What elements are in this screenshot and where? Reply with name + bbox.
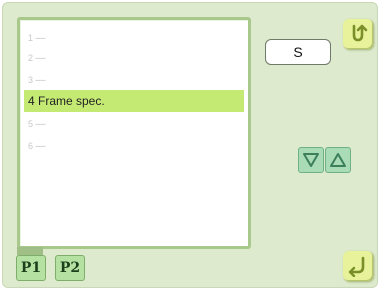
page-1-button[interactable]: P1 [16, 255, 46, 281]
list-item-number: 3 [28, 75, 34, 85]
list-item-label: ----- [35, 75, 46, 85]
page-2-button[interactable]: P2 [55, 255, 85, 281]
enter-button[interactable] [343, 251, 373, 281]
list-item[interactable]: 2 ----- [24, 46, 244, 68]
list-item-label: ----- [35, 119, 46, 129]
list-item-label: ----- [35, 53, 46, 63]
list-item-number: 5 [28, 119, 34, 129]
list-item-label: 4 Frame spec. [28, 94, 105, 108]
list-item-label: ----- [35, 33, 46, 43]
list-item-number: 2 [28, 53, 34, 63]
list-item[interactable]: 1 ----- [24, 26, 244, 48]
frame-list: 1 ----- 2 ----- 3 ----- 4 Frame spec. 5 ----… [17, 17, 251, 249]
active-page-indicator [17, 247, 43, 255]
u-turn-return-icon [352, 24, 368, 42]
triangle-down-icon [303, 153, 319, 167]
scroll-down-button[interactable] [298, 147, 324, 173]
screen: 1 ----- 2 ----- 3 ----- 4 Frame spec. 5 ----… [2, 2, 378, 288]
corner-return-icon [348, 256, 365, 277]
list-item-number: 1 [28, 33, 34, 43]
size-value-display[interactable]: S [265, 39, 331, 65]
list-item[interactable]: 6 ----- [24, 134, 244, 156]
triangle-up-icon [330, 153, 346, 167]
list-item-label: ----- [35, 141, 46, 151]
list-item[interactable]: 5 ----- [24, 112, 244, 134]
scroll-up-button[interactable] [325, 147, 351, 173]
list-item-number: 6 [28, 141, 34, 151]
list-item-selected[interactable]: 4 Frame spec. [24, 90, 244, 112]
list-item[interactable]: 3 ----- [24, 68, 244, 90]
return-button[interactable] [343, 19, 373, 49]
